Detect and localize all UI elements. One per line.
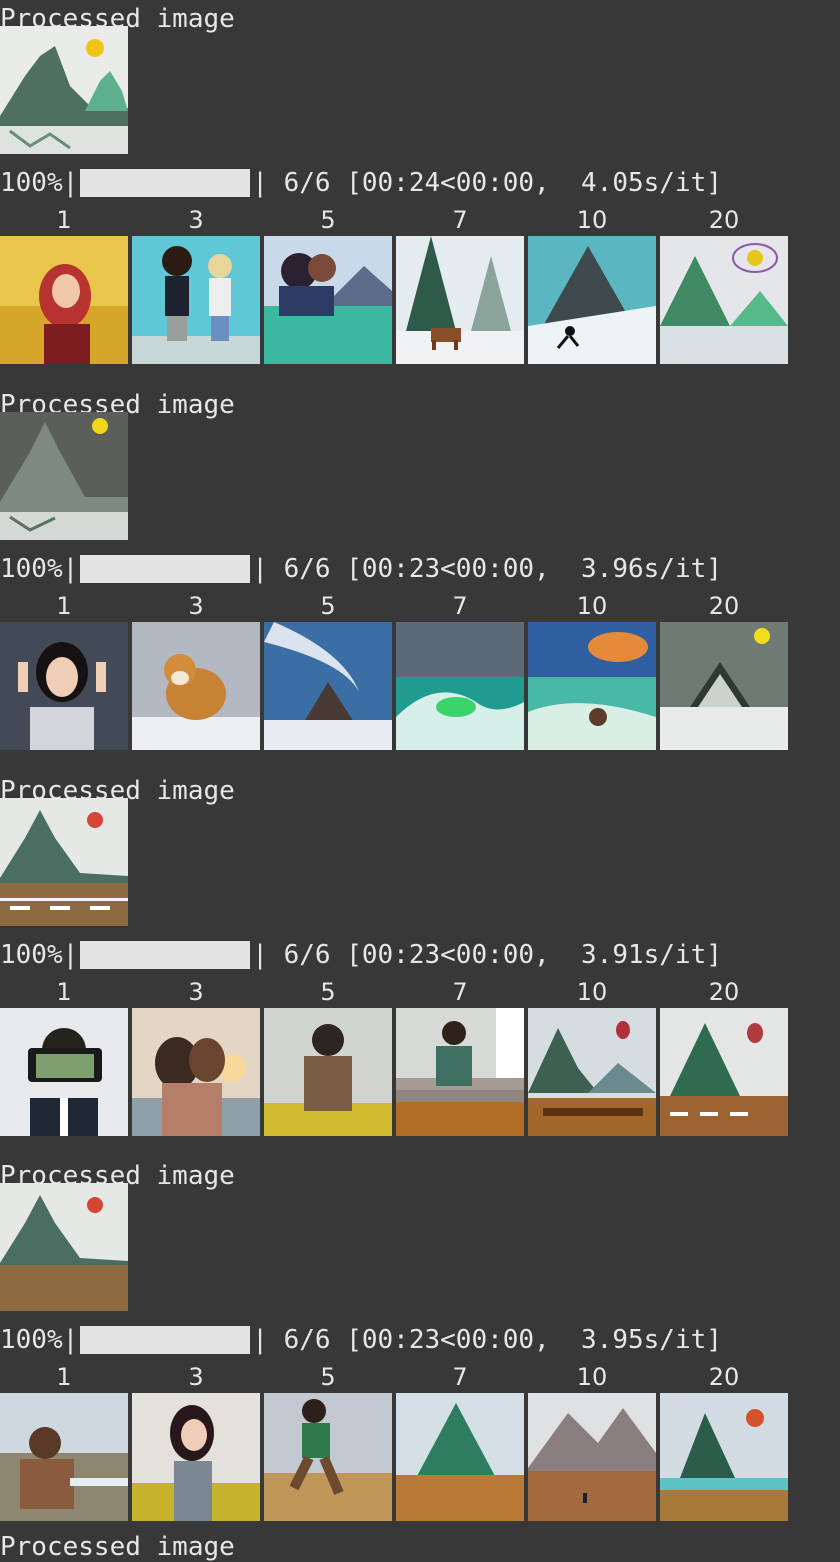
progress-line: 100% | | 6/6 [00:23<00:00, 3.95s/it] bbox=[0, 1325, 722, 1355]
column-label: 20 bbox=[708, 1363, 740, 1391]
progress-bar bbox=[80, 555, 251, 583]
processed-image bbox=[0, 26, 128, 154]
column-label: 1 bbox=[56, 592, 72, 620]
processed-image bbox=[0, 798, 128, 926]
processed-image bbox=[0, 1183, 128, 1311]
column-label: 10 bbox=[576, 592, 608, 620]
column-label: 1 bbox=[56, 1363, 72, 1391]
thumbnail-man-sea bbox=[0, 1393, 128, 1521]
column-label: 3 bbox=[188, 206, 204, 234]
thumbnail-mountain-balloon-bench bbox=[528, 1008, 656, 1136]
column-label: 10 bbox=[576, 978, 608, 1006]
thumbnail-woman-glasses bbox=[0, 622, 128, 750]
column-label: 3 bbox=[188, 592, 204, 620]
thumbnail-mountain-sun-swirls bbox=[660, 236, 788, 364]
column-label: 3 bbox=[188, 1363, 204, 1391]
thumbnail-shiba-dog bbox=[132, 622, 260, 750]
progress-line: 100% | | 6/6 [00:23<00:00, 3.96s/it] bbox=[0, 554, 722, 584]
thumbnail-mountain-balloon-road bbox=[660, 1008, 788, 1136]
thumbnail-sunset-wave bbox=[528, 622, 656, 750]
thumbnail-man-phone bbox=[0, 1008, 128, 1136]
progress-line: 100% | | 6/6 [00:23<00:00, 3.91s/it] bbox=[0, 940, 722, 970]
progress-timing: [00:23<00:00, 3.95s/it] bbox=[346, 1325, 722, 1355]
progress-count: 6/6 bbox=[283, 554, 331, 584]
progress-count: 6/6 bbox=[283, 1325, 331, 1355]
column-label: 5 bbox=[320, 592, 336, 620]
thumbnail-cabin-snow bbox=[660, 622, 788, 750]
thumbnail-man-jumping bbox=[264, 1393, 392, 1521]
thumbnail-woman-red-hair bbox=[0, 236, 128, 364]
progress-line: 100% | | 6/6 [00:24<00:00, 4.05s/it] bbox=[0, 168, 722, 198]
progress-timing: [00:24<00:00, 4.05s/it] bbox=[346, 168, 722, 198]
thumbnail-mountain-island bbox=[660, 1393, 788, 1521]
thumbnail-mountain-field bbox=[396, 1393, 524, 1521]
progress-percent: 100% bbox=[0, 940, 63, 970]
thumbnail-ocean-wave bbox=[396, 622, 524, 750]
progress-percent: 100% bbox=[0, 554, 63, 584]
column-label: 20 bbox=[708, 206, 740, 234]
progress-timing: [00:23<00:00, 3.96s/it] bbox=[346, 554, 722, 584]
progress-bar bbox=[80, 941, 251, 969]
thumbnail-couple-kissing bbox=[132, 1008, 260, 1136]
progress-count: 6/6 bbox=[283, 168, 331, 198]
column-label: 10 bbox=[576, 1363, 608, 1391]
column-label: 1 bbox=[56, 206, 72, 234]
column-label: 10 bbox=[576, 206, 608, 234]
progress-percent: 100% bbox=[0, 168, 63, 198]
thumbnail-mountain-plain bbox=[528, 1393, 656, 1521]
thumbnail-couple-lake bbox=[264, 236, 392, 364]
column-label: 3 bbox=[188, 978, 204, 1006]
column-label: 7 bbox=[452, 978, 468, 1006]
progress-bar bbox=[80, 1326, 251, 1354]
column-label: 20 bbox=[708, 592, 740, 620]
column-label: 1 bbox=[56, 978, 72, 1006]
progress-count: 6/6 bbox=[283, 940, 331, 970]
column-label: 5 bbox=[320, 206, 336, 234]
column-label: 5 bbox=[320, 978, 336, 1006]
progress-bar bbox=[80, 169, 251, 197]
column-label: 7 bbox=[452, 206, 468, 234]
thumbnail-woman-flowers bbox=[132, 1393, 260, 1521]
thumbnail-trees-horse bbox=[396, 236, 524, 364]
thumbnail-tornado-mountain bbox=[264, 622, 392, 750]
thumbnail-mountain-skier bbox=[528, 236, 656, 364]
progress-timing: [00:23<00:00, 3.91s/it] bbox=[346, 940, 722, 970]
column-label: 5 bbox=[320, 1363, 336, 1391]
thumbnail-man-flowers bbox=[264, 1008, 392, 1136]
processed-image bbox=[0, 412, 128, 540]
column-label: 20 bbox=[708, 978, 740, 1006]
processed-image-label: Processed image bbox=[0, 1532, 235, 1562]
thumbnail-couple-walking bbox=[132, 236, 260, 364]
thumbnail-man-steps bbox=[396, 1008, 524, 1136]
column-label: 7 bbox=[452, 1363, 468, 1391]
column-label: 7 bbox=[452, 592, 468, 620]
progress-percent: 100% bbox=[0, 1325, 63, 1355]
